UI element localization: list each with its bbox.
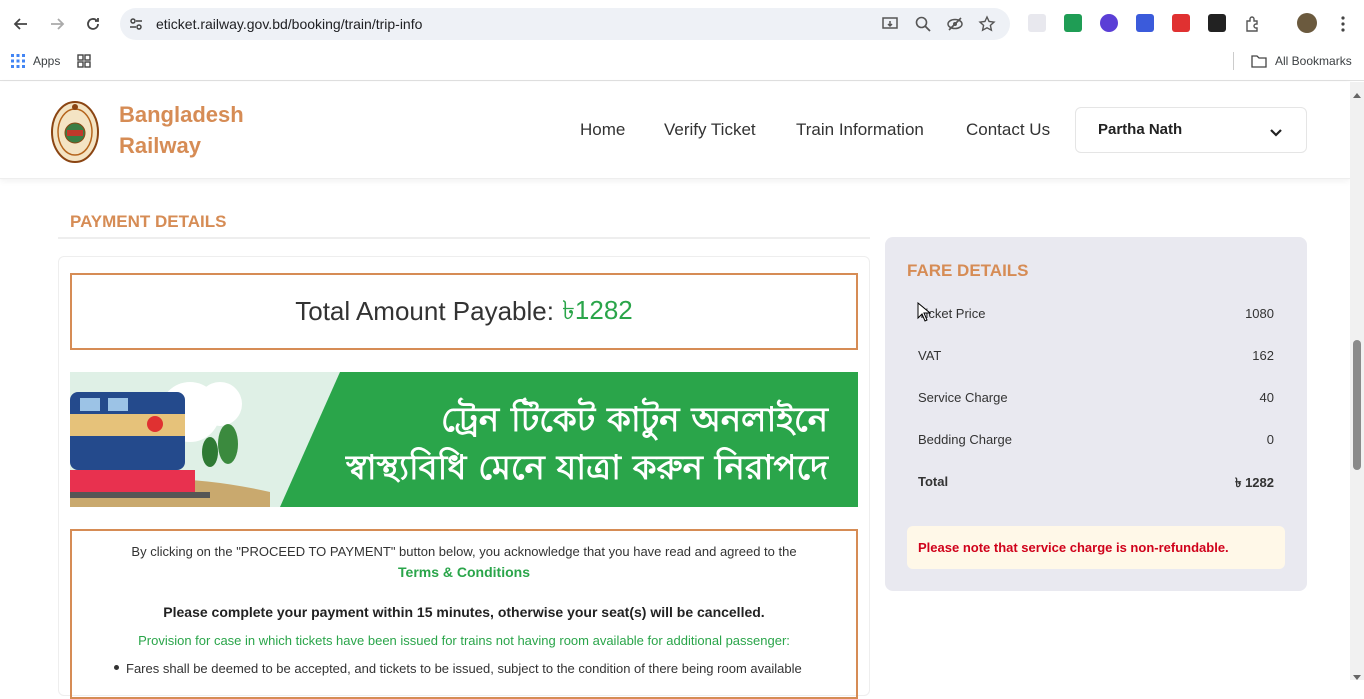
terms-and-conditions-link[interactable]: Terms & Conditions	[72, 564, 856, 580]
fare-label: Bedding Charge	[918, 432, 1012, 447]
payment-details-title: PAYMENT DETAILS	[70, 212, 227, 231]
scroll-down-icon[interactable]	[1352, 669, 1362, 687]
total-amount-value: ৳1282	[561, 294, 633, 325]
non-refundable-note: Please note that service charge is non-r…	[918, 540, 1229, 555]
fare-value: 162	[1252, 348, 1274, 363]
install-app-icon[interactable]	[881, 15, 899, 38]
extension-3-icon[interactable]	[1100, 14, 1118, 32]
provision-note: Provision for case in which tickets have…	[138, 633, 790, 648]
extension-6-icon[interactable]	[1208, 14, 1226, 32]
total-amount-box: Total Amount Payable: ৳1282	[70, 273, 858, 350]
browser-menu-icon[interactable]	[1338, 15, 1348, 38]
scrollbar-thumb[interactable]	[1353, 340, 1361, 470]
extension-2-icon[interactable]	[1064, 14, 1082, 32]
provision-bullet-1: Fares shall be deemed to be accepted, an…	[126, 661, 802, 676]
acknowledge-text: By clicking on the "PROCEED TO PAYMENT" …	[131, 544, 797, 559]
tab-groups-icon[interactable]	[77, 54, 91, 73]
promo-banner: ট্রেন টিকেট কাটুন অনলাইনে স্বাস্থ্যবিধি …	[70, 372, 858, 507]
profile-avatar[interactable]	[1297, 13, 1317, 33]
section-divider	[58, 237, 870, 239]
bookmark-star-icon[interactable]	[978, 15, 996, 38]
scroll-up-icon[interactable]	[1352, 86, 1362, 104]
bookmark-apps[interactable]: Apps	[33, 54, 60, 68]
apps-grid-icon[interactable]	[11, 54, 25, 73]
fare-row-bedding-charge: Bedding Charge 0	[918, 432, 1274, 447]
url-text[interactable]: eticket.railway.gov.bd/booking/train/tri…	[156, 16, 422, 32]
zoom-icon[interactable]	[914, 15, 932, 38]
folder-icon[interactable]	[1251, 54, 1267, 73]
user-name[interactable]: Partha Nath	[1098, 121, 1182, 138]
nav-home[interactable]: Home	[580, 120, 625, 140]
fare-row-vat: VAT 162	[918, 348, 1274, 363]
extension-1-icon[interactable]	[1028, 14, 1046, 32]
bookmarks-bar	[0, 48, 1364, 81]
chevron-down-icon[interactable]	[1269, 125, 1283, 143]
extensions-puzzle-icon[interactable]	[1244, 15, 1262, 38]
fare-value: 0	[1266, 432, 1274, 447]
site-info-icon[interactable]	[128, 16, 144, 37]
fare-row-ticket-price: Ticket Price 1080	[918, 306, 1274, 321]
total-amount-label: Total Amount Payable:	[295, 296, 554, 326]
reload-icon[interactable]	[81, 12, 105, 36]
bangladesh-railway-logo[interactable]	[50, 99, 100, 163]
nav-contact-us[interactable]: Contact Us	[966, 120, 1050, 140]
forward-icon[interactable]	[45, 12, 69, 36]
nav-train-information[interactable]: Train Information	[796, 120, 924, 140]
extension-4-icon[interactable]	[1136, 14, 1154, 32]
fare-label: Service Charge	[918, 390, 1008, 405]
fare-label: Total	[918, 474, 949, 489]
tracking-protection-icon[interactable]	[946, 15, 964, 38]
fare-details-title: FARE DETAILS	[907, 261, 1029, 280]
bookmarks-divider	[1233, 52, 1234, 70]
brand-line-2: Railway	[119, 133, 201, 158]
brand-name[interactable]: Bangladesh Railway	[119, 99, 244, 161]
banner-headline-2: স্বাস্থ্যবিধি মেনে যাত্রা করুন নিরাপদে	[346, 448, 828, 488]
fare-row-total: Total ৳ 1282	[918, 474, 1274, 495]
fare-value: ৳ 1282	[1234, 475, 1274, 490]
fare-label: VAT	[918, 348, 942, 363]
nav-verify-ticket[interactable]: Verify Ticket	[664, 120, 756, 140]
fare-value: 40	[1259, 390, 1274, 405]
payment-time-warning: Please complete your payment within 15 m…	[163, 604, 765, 620]
brand-line-1: Bangladesh	[119, 102, 244, 127]
fare-row-service-charge: Service Charge 40	[918, 390, 1274, 405]
bullet-dot	[114, 665, 119, 670]
all-bookmarks[interactable]: All Bookmarks	[1275, 54, 1352, 68]
extension-5-icon[interactable]	[1172, 14, 1190, 32]
fare-value: 1080	[1245, 306, 1274, 321]
mouse-cursor-icon	[917, 301, 932, 327]
back-icon[interactable]	[9, 12, 33, 36]
